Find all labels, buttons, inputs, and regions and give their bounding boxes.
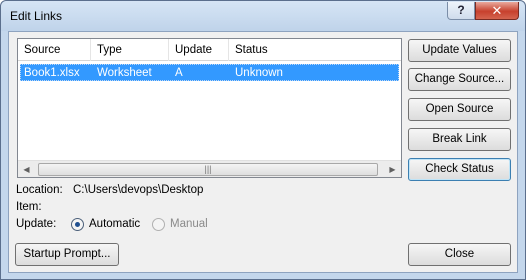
location-label: Location:	[16, 184, 63, 196]
link-update: A	[175, 67, 183, 79]
item-label: Item:	[16, 201, 42, 213]
window-close-button[interactable]: ✕	[475, 2, 519, 20]
list-item[interactable]: Book1.xlsx Worksheet A Unknown	[20, 64, 399, 81]
scrollbar-thumb[interactable]: |||	[38, 163, 378, 176]
automatic-radio-label[interactable]: Automatic	[89, 218, 140, 230]
column-header-update[interactable]: Update	[169, 39, 229, 61]
dialog-title: Edit Links	[10, 9, 63, 23]
column-header-type[interactable]: Type	[91, 39, 169, 61]
scroll-left-icon[interactable]: ◀	[18, 161, 35, 178]
horizontal-scrollbar[interactable]: ◀ ||| ▶	[18, 160, 401, 177]
link-source: Book1.xlsx	[24, 67, 80, 79]
automatic-radio[interactable]	[71, 218, 84, 231]
links-list[interactable]: Source Type Update Status Book1.xlsx Wor…	[17, 38, 402, 178]
update-values-button[interactable]: Update Values	[408, 39, 511, 62]
scroll-right-icon[interactable]: ▶	[384, 161, 401, 178]
title-bar[interactable]: Edit Links ? ✕	[1, 1, 525, 31]
list-header: Source Type Update Status	[18, 39, 401, 61]
manual-radio-label[interactable]: Manual	[170, 218, 208, 230]
link-type: Worksheet	[97, 67, 152, 79]
manual-radio[interactable]	[152, 218, 165, 231]
help-button[interactable]: ?	[447, 2, 475, 20]
link-status: Unknown	[235, 67, 283, 79]
dialog-body: Source Type Update Status Book1.xlsx Wor…	[8, 31, 518, 273]
open-source-button[interactable]: Open Source	[408, 98, 511, 121]
update-mode-label: Update:	[16, 218, 57, 230]
edit-links-dialog: Edit Links ? ✕ Source Type Update Status…	[0, 0, 526, 280]
break-link-button[interactable]: Break Link	[408, 128, 511, 151]
close-button[interactable]: Close	[408, 243, 511, 266]
radio-selected-dot-icon	[75, 222, 80, 227]
column-header-source[interactable]: Source	[18, 39, 91, 61]
location-value: C:\Users\devops\Desktop	[73, 184, 204, 196]
column-header-status[interactable]: Status	[229, 39, 401, 61]
check-status-button[interactable]: Check Status	[408, 158, 511, 181]
startup-prompt-button[interactable]: Startup Prompt...	[15, 243, 119, 266]
change-source-button[interactable]: Change Source...	[408, 68, 511, 91]
